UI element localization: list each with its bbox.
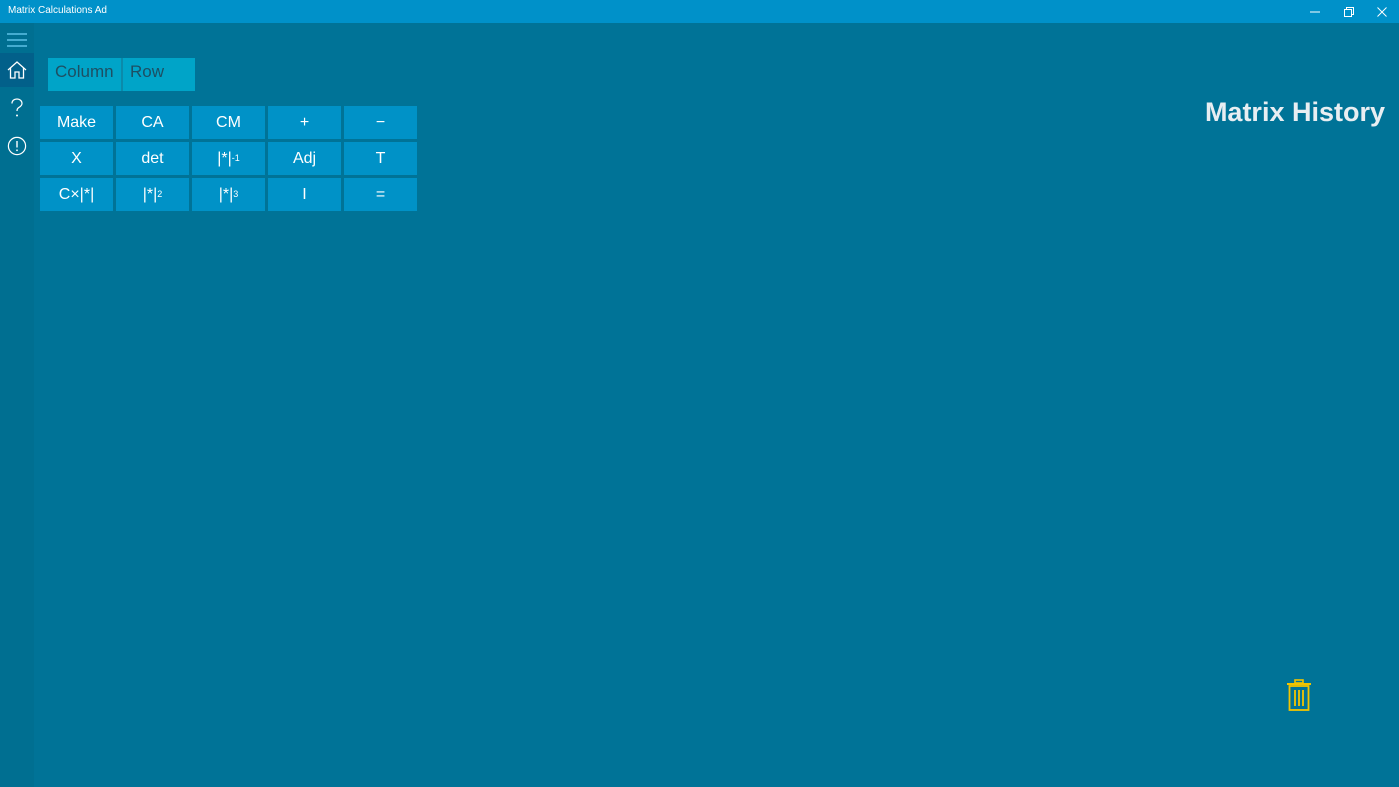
close-icon bbox=[1377, 6, 1387, 17]
cube-label: |*| bbox=[218, 185, 234, 203]
trash-icon bbox=[1287, 679, 1311, 711]
app-window: Matrix Calculations Ad Column Row Make C… bbox=[0, 0, 1399, 787]
multiply-button[interactable]: X bbox=[40, 142, 113, 175]
cube-button[interactable]: |*| 3 bbox=[192, 178, 265, 211]
inverse-label: |*| bbox=[217, 149, 232, 167]
matrix-history-title: Matrix History bbox=[1204, 97, 1385, 127]
nav-rail bbox=[0, 23, 34, 787]
close-button[interactable] bbox=[1365, 0, 1399, 23]
square-button[interactable]: |*| 2 bbox=[116, 178, 189, 211]
identity-button[interactable]: I bbox=[268, 178, 341, 211]
cm-button[interactable]: CM bbox=[192, 106, 265, 139]
scalar-multiply-button[interactable]: C×|*| bbox=[40, 178, 113, 211]
transpose-button[interactable]: T bbox=[344, 142, 417, 175]
column-selector[interactable]: Column bbox=[48, 58, 121, 91]
subtract-button[interactable]: − bbox=[344, 106, 417, 139]
nav-help[interactable] bbox=[0, 91, 34, 125]
ca-button[interactable]: CA bbox=[116, 106, 189, 139]
title-bar: Matrix Calculations Ad bbox=[0, 0, 1399, 23]
delete-history-button[interactable] bbox=[1286, 679, 1312, 711]
hamburger-icon bbox=[7, 33, 27, 47]
make-button[interactable]: Make bbox=[40, 106, 113, 139]
square-label: |*| bbox=[142, 185, 158, 203]
minimize-icon bbox=[1310, 11, 1320, 12]
question-icon bbox=[11, 98, 23, 117]
restore-button[interactable] bbox=[1332, 0, 1366, 23]
info-icon bbox=[7, 136, 27, 156]
operation-keypad: Make CA CM + − X det |*| -1 Adj T C×|*| |… bbox=[40, 106, 417, 211]
hamburger-button[interactable] bbox=[0, 23, 34, 57]
equals-button[interactable]: = bbox=[344, 178, 417, 211]
restore-icon bbox=[1344, 6, 1354, 17]
minimize-button[interactable] bbox=[1298, 0, 1332, 23]
adjoint-button[interactable]: Adj bbox=[268, 142, 341, 175]
nav-home[interactable] bbox=[0, 53, 34, 87]
row-selector[interactable]: Row bbox=[123, 58, 195, 91]
home-icon bbox=[7, 61, 27, 79]
inverse-button[interactable]: |*| -1 bbox=[192, 142, 265, 175]
add-button[interactable]: + bbox=[268, 106, 341, 139]
nav-about[interactable] bbox=[0, 129, 34, 163]
determinant-button[interactable]: det bbox=[116, 142, 189, 175]
window-title: Matrix Calculations Ad bbox=[8, 5, 107, 16]
